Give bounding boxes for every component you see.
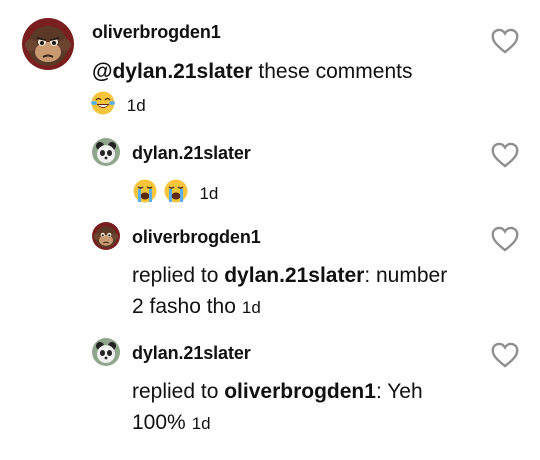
- comment-time: 1d: [126, 95, 146, 115]
- reply-dylan-21slater: dylan.21slater 1d: [0, 130, 540, 210]
- like-heart-icon[interactable]: [491, 342, 519, 368]
- reply-text-line-1: replied to dylan.21slater: number: [132, 261, 447, 291]
- comment-username[interactable]: oliverbrogden1: [92, 22, 221, 43]
- reply-text-line-2: 100% 1d: [132, 408, 211, 439]
- replied-to-prefix: replied to: [132, 264, 219, 287]
- avatar-dylan-21slater[interactable]: [92, 338, 120, 366]
- like-heart-icon[interactable]: [491, 226, 519, 252]
- reply-dylan-21slater: dylan.21slater replied to oliverbrogden1…: [0, 330, 540, 440]
- reply-text-line-2: 2 fasho tho 1d: [132, 292, 261, 323]
- reply-username[interactable]: dylan.21slater: [132, 143, 251, 164]
- reply-text-line-1: replied to oliverbrogden1: Yeh: [132, 377, 423, 407]
- comment-meta: 1d: [90, 90, 146, 123]
- laughing-tears-emoji-icon: [90, 90, 116, 123]
- panda-avatar-icon: [92, 338, 120, 366]
- reply-time: 1d: [191, 414, 211, 433]
- like-heart-icon[interactable]: [491, 142, 519, 168]
- monkey-avatar-icon: [92, 222, 120, 250]
- mention-link[interactable]: dylan.21slater: [224, 264, 364, 287]
- mention-link[interactable]: oliverbrogden1: [224, 380, 376, 403]
- crying-face-emoji-icon: [132, 178, 158, 211]
- panda-avatar-icon: [92, 138, 120, 166]
- reply-message-cont: 2 fasho tho: [132, 295, 236, 318]
- reply-time: 1d: [199, 183, 219, 203]
- crying-face-emoji-icon: [163, 178, 189, 211]
- comment-message: these comments: [258, 60, 413, 83]
- reply-meta: 1d: [132, 178, 218, 211]
- avatar-oliverbrogden1[interactable]: [92, 222, 120, 250]
- mention-link[interactable]: @dylan.21slater: [92, 60, 253, 83]
- reply-message-cont: 100%: [132, 411, 186, 434]
- avatar-dylan-21slater[interactable]: [92, 138, 120, 166]
- reply-message: : number: [364, 264, 448, 287]
- reply-time: 1d: [241, 298, 261, 317]
- avatar-oliverbrogden1[interactable]: [22, 18, 74, 70]
- like-heart-icon[interactable]: [491, 28, 519, 54]
- comment-oliverbrogden1: oliverbrogden1 @dylan.21slater these com…: [0, 0, 540, 120]
- reply-oliverbrogden1: oliverbrogden1 replied to dylan.21slater…: [0, 214, 540, 324]
- monkey-avatar-icon: [22, 18, 74, 70]
- replied-to-prefix: replied to: [132, 380, 219, 403]
- reply-message: : Yeh: [375, 380, 423, 403]
- reply-username[interactable]: oliverbrogden1: [132, 227, 261, 248]
- comment-text: @dylan.21slater these comments: [92, 57, 412, 87]
- reply-username[interactable]: dylan.21slater: [132, 343, 251, 364]
